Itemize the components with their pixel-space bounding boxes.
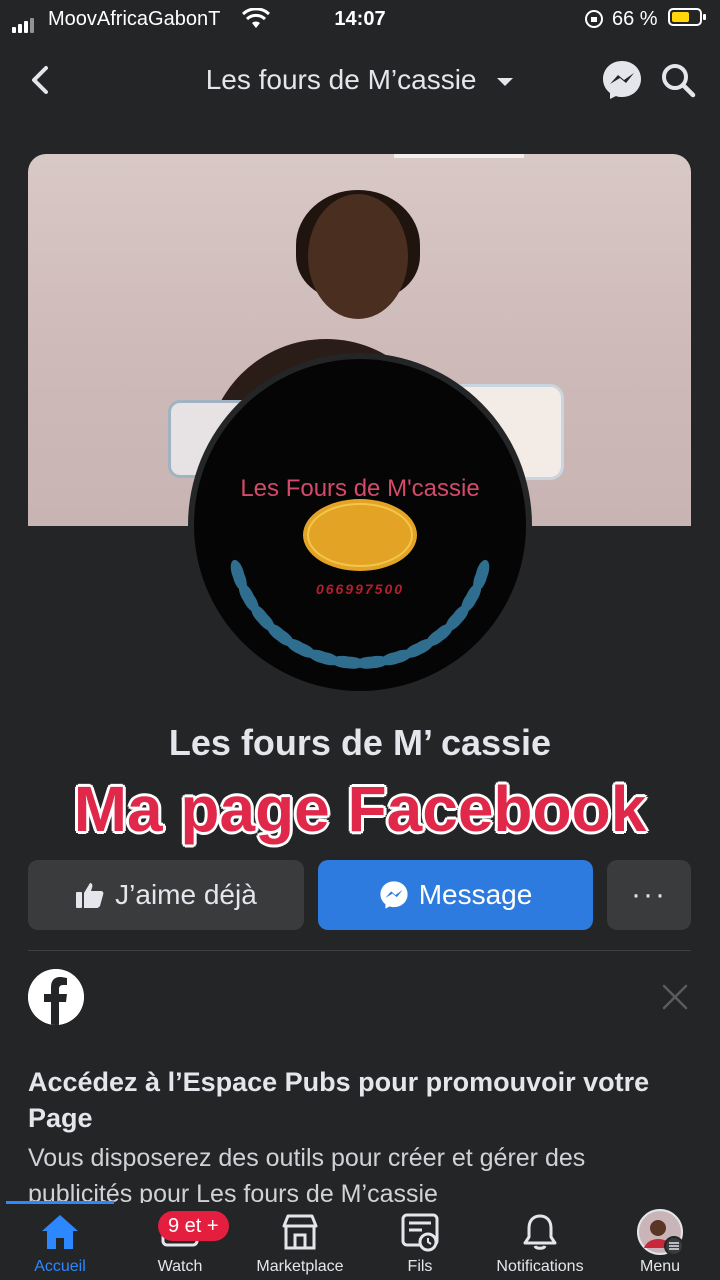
cover-highlight	[394, 154, 524, 158]
tab-marketplace[interactable]: Marketplace	[240, 1208, 360, 1280]
feeds-icon	[401, 1213, 439, 1252]
divider	[28, 950, 691, 951]
like-label: J’aime déjà	[115, 879, 257, 910]
tab-label: Watch	[157, 1258, 203, 1275]
home-icon	[42, 1215, 78, 1249]
search-button[interactable]	[656, 58, 700, 102]
messenger-icon	[380, 881, 408, 909]
facebook-logo-icon	[28, 969, 84, 1025]
messenger-icon	[603, 61, 641, 99]
search-icon	[662, 64, 696, 98]
more-options-button[interactable]: ···	[607, 860, 691, 930]
tab-label: Fils	[407, 1258, 433, 1275]
tab-menu[interactable]: Menu	[600, 1208, 720, 1280]
logo-title: Les Fours de M'cassie	[240, 475, 479, 502]
thumbs-up-icon	[76, 883, 104, 908]
cover-person-face	[308, 194, 408, 319]
page-header: Les fours de M’cassie	[0, 50, 720, 110]
orientation-lock-icon	[585, 10, 603, 28]
laurel-wreath-icon: Les Fours de M'cassie 066997500	[230, 475, 490, 669]
promo-description: Vous disposerez des outils pour créer et…	[28, 1144, 586, 1204]
message-button[interactable]: Message	[318, 860, 593, 930]
marketplace-icon	[282, 1214, 318, 1250]
tab-fils[interactable]: Fils	[360, 1208, 480, 1280]
caret-down-icon	[497, 77, 514, 86]
battery-icon	[668, 8, 706, 26]
overlay-caption: Ma page Facebook	[73, 773, 647, 845]
page-title: Les fours de M’cassie	[205, 64, 477, 95]
promo-title: Accédez à l’Espace Pubs pour promouvoir …	[28, 1067, 650, 1133]
status-bar: MoovAfricaGabonT 14:07 66 %	[0, 0, 720, 40]
logo-phone: 066997500	[316, 581, 404, 597]
active-tab-indicator	[6, 1201, 114, 1204]
more-icon: ···	[631, 878, 667, 911]
tab-label: Menu	[639, 1258, 681, 1275]
tab-label: Marketplace	[256, 1258, 344, 1275]
battery-percent: 66 %	[612, 8, 658, 30]
messenger-button[interactable]	[600, 58, 644, 102]
tab-notifications[interactable]: Notifications	[480, 1208, 600, 1280]
tab-label: Accueil	[34, 1258, 86, 1275]
avatar-menu-icon	[637, 1209, 684, 1256]
tab-label: Notifications	[496, 1258, 584, 1275]
close-icon[interactable]	[656, 978, 694, 1016]
profile-picture[interactable]: Les Fours de M'cassie 066997500	[188, 353, 532, 697]
like-button[interactable]: J’aime déjà	[28, 860, 304, 930]
page-name: Les fours de M’ cassie	[168, 722, 552, 763]
profile-logo: Les Fours de M'cassie 066997500	[194, 359, 526, 691]
message-label: Message	[418, 879, 533, 910]
watch-badge: 9 et +	[158, 1211, 229, 1241]
bell-icon	[523, 1214, 557, 1250]
tab-accueil[interactable]: Accueil	[0, 1208, 120, 1280]
